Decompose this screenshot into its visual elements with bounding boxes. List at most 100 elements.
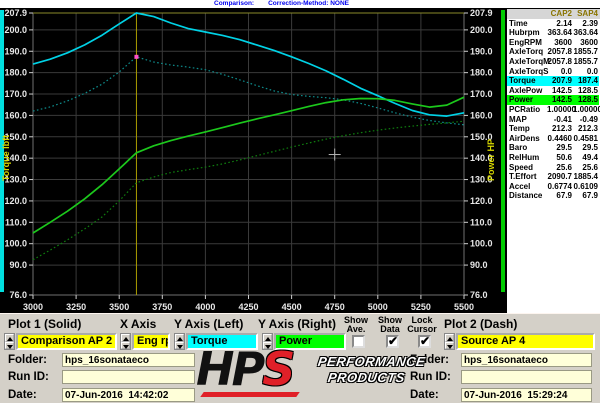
table-row: AxleTorqM 2057.8 1855.7 [509, 56, 598, 66]
hps-logo-products: PRODUCTS [326, 370, 407, 385]
hps-logo-text: HPS [196, 342, 295, 396]
svg-text:3750: 3750 [152, 302, 172, 312]
folder-label-left: Folder: [8, 354, 47, 366]
svg-text:120.0: 120.0 [4, 196, 27, 206]
svg-text:5000: 5000 [368, 302, 388, 312]
svg-text:110.0: 110.0 [5, 217, 27, 227]
date-input-left[interactable] [62, 388, 195, 402]
table-row: AirDens 0.4460 0.4581 [509, 133, 598, 143]
table-row: Distance 67.9 67.9 [509, 191, 598, 201]
spin-down-icon[interactable] [175, 341, 184, 349]
date-input-right[interactable] [461, 388, 592, 402]
plot1-select[interactable]: Comparison AP 2 [16, 333, 117, 350]
table-row: RelHum 50.6 49.4 [509, 152, 598, 162]
svg-text:76.0: 76.0 [9, 290, 27, 300]
date-label-left: Date: [8, 389, 37, 401]
table-row: T.Effort 2090.7 1885.4 [509, 172, 598, 182]
cursor-data-table: CAP2 SAP4 Time 2.14 2.39 Hubrpm 363.64 363.64 En… [506, 8, 600, 313]
hps-logo-swoosh [200, 392, 300, 397]
table-row: Time 2.14 2.39 [509, 18, 598, 28]
svg-text:4500: 4500 [282, 302, 302, 312]
spin-up-icon[interactable] [5, 334, 14, 342]
lock-cursor-checkbox[interactable]: ✔ [418, 334, 431, 348]
plot2-spinner[interactable] [444, 333, 455, 350]
svg-text:4750: 4750 [325, 302, 345, 312]
dyno-chart[interactable]: 207.9 207.9 200.0 200.0 190.0 190.0 180.0 180.0… [0, 8, 506, 313]
spin-down-icon[interactable] [445, 341, 454, 349]
show-data-label: Show Data [378, 315, 402, 334]
table-row: PCRatio 1.00000 1.00000 [509, 104, 600, 114]
dyno-app-window: Comparison: Correction-Method: NONE 207.… [0, 0, 600, 403]
table-row: Torque 207.9 187.4 [507, 76, 599, 86]
table-row: MAP -0.41 -0.49 [509, 114, 598, 124]
plot1-spinner[interactable] [4, 333, 15, 350]
comparison-label: Comparison: [214, 0, 255, 7]
svg-text:76.0: 76.0 [470, 290, 488, 300]
xaxis-spinner[interactable] [120, 333, 131, 350]
spin-up-icon[interactable] [175, 334, 184, 342]
spin-up-icon[interactable] [121, 334, 130, 342]
date-label-right: Date: [410, 389, 439, 401]
folder-input-right[interactable] [461, 353, 592, 367]
yaxis-left-label: Y Axis (Left) [174, 317, 244, 331]
plot2-select[interactable]: Source AP 4 [456, 333, 595, 350]
svg-text:110.0: 110.0 [470, 217, 492, 227]
spin-down-icon[interactable] [121, 341, 130, 349]
svg-text:160.0: 160.0 [4, 110, 27, 120]
run-id-input-left[interactable] [62, 370, 195, 384]
svg-text:3500: 3500 [109, 302, 129, 312]
svg-text:180.0: 180.0 [470, 68, 493, 78]
table-row: AxlePow 142.5 128.5 [509, 85, 598, 95]
table-row: Accel 0.6774 0.6109 [509, 181, 598, 191]
svg-text:160.0: 160.0 [470, 110, 493, 120]
table-row: AxleTorq 2057.8 1855.7 [509, 47, 598, 57]
folder-input-left[interactable] [62, 353, 195, 367]
svg-text:120.0: 120.0 [470, 196, 493, 206]
svg-text:170.0: 170.0 [470, 89, 493, 99]
svg-text:4000: 4000 [195, 302, 215, 312]
lock-cursor-label: Lock Cursor [407, 315, 437, 334]
svg-text:100.0: 100.0 [4, 239, 27, 249]
svg-text:Torque lbft: Torque lbft [1, 135, 11, 181]
svg-text:5500: 5500 [454, 302, 474, 312]
table-row: Hubrpm 363.64 363.64 [509, 28, 598, 38]
chart-header-strip: Comparison: Correction-Method: NONE [0, 0, 600, 8]
show-ave-label: Show Ave. [344, 315, 368, 334]
control-panel: Plot 1 (Solid) X Axis Y Axis (Left) Y Ax… [0, 313, 600, 403]
svg-text:5250: 5250 [411, 302, 431, 312]
table-row: EngRPM 3600 3600 [509, 37, 598, 47]
correction-method-label: Correction-Method: NONE [268, 0, 349, 7]
table-row: Speed 25.6 25.6 [509, 162, 598, 172]
svg-text:90.0: 90.0 [470, 260, 488, 270]
hps-logo: HPS PERFORMANCE PRODUCTS [196, 342, 426, 402]
spin-down-icon[interactable] [5, 341, 14, 349]
spin-up-icon[interactable] [263, 334, 272, 342]
svg-text:207.9: 207.9 [4, 8, 27, 18]
svg-text:3250: 3250 [66, 302, 86, 312]
svg-text:170.0: 170.0 [4, 89, 27, 99]
spin-up-icon[interactable] [445, 334, 454, 342]
hps-logo-performance: PERFORMANCE [316, 354, 427, 369]
table-row: Temp 212.3 212.3 [509, 124, 598, 134]
table-row: Power 142.5 128.5 [507, 95, 599, 105]
yaxis-right-label: Y Axis (Right) [258, 317, 337, 331]
svg-text:207.9: 207.9 [470, 8, 493, 18]
table-row: Baro 29.5 29.5 [509, 143, 598, 153]
svg-text:190.0: 190.0 [470, 46, 493, 56]
svg-text:200.0: 200.0 [4, 25, 27, 35]
svg-text:180.0: 180.0 [4, 68, 27, 78]
svg-text:190.0: 190.0 [4, 46, 27, 56]
run-id-label-right: Run ID: [410, 371, 451, 383]
svg-text:200.0: 200.0 [470, 25, 493, 35]
xaxis-label: X Axis [120, 317, 157, 331]
svg-text:4250: 4250 [238, 302, 258, 312]
yaxis-left-spinner[interactable] [174, 333, 185, 350]
table-row: AxleTorqS 0.0 0.0 [509, 66, 598, 76]
checkmark-icon: ✔ [420, 334, 431, 348]
run-id-input-right[interactable] [461, 370, 592, 384]
plot1-label: Plot 1 (Solid) [8, 317, 82, 331]
table-header-row: CAP2 SAP4 [507, 9, 600, 19]
torque-power-plot[interactable]: 207.9 207.9 200.0 200.0 190.0 190.0 180.0 180.0… [0, 8, 506, 313]
xaxis-select[interactable]: Eng rpm [132, 333, 170, 350]
svg-text:100.0: 100.0 [470, 239, 493, 249]
